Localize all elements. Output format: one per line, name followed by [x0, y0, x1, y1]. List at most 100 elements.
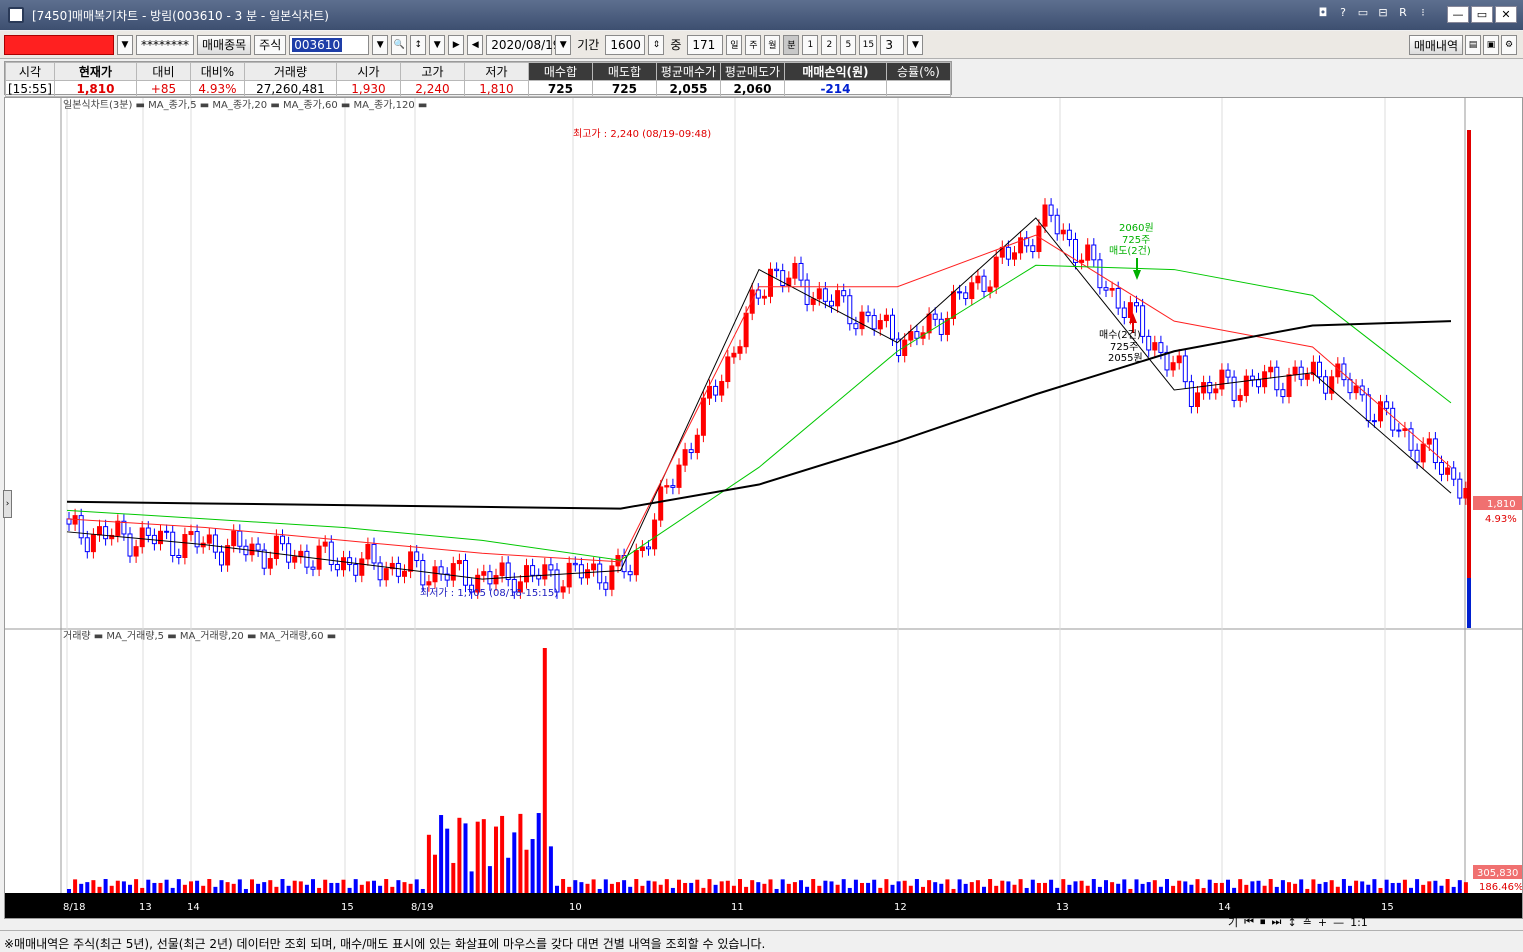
candle-body	[1140, 305, 1146, 337]
nav-fit-icon[interactable]: ≙	[1303, 916, 1312, 929]
refresh-icon[interactable]: R	[1397, 6, 1409, 23]
folder-icon[interactable]: ▤	[1465, 35, 1481, 55]
period-input[interactable]: 1600	[605, 34, 646, 55]
candle-body	[548, 564, 554, 571]
next-icon[interactable]: ▶	[448, 34, 465, 55]
volume-bar	[988, 879, 993, 893]
nav-first-icon[interactable]: ⏮	[1244, 915, 1254, 929]
volume-bar	[1128, 888, 1133, 893]
volume-bar	[792, 882, 797, 893]
candle-body	[280, 535, 285, 545]
volume-bar	[1183, 881, 1188, 893]
candle-body	[273, 535, 279, 560]
count-input[interactable]: 171	[687, 34, 724, 55]
volume-bar	[292, 880, 297, 893]
help-icon[interactable]: ?	[1337, 6, 1349, 23]
sell-arrow-icon	[1133, 270, 1141, 280]
volume-bar	[372, 880, 376, 893]
volume-bar	[536, 813, 541, 893]
date-dropdown-icon[interactable]: ▼	[555, 34, 572, 55]
interval-minute[interactable]: 분	[783, 34, 800, 55]
volume-bar	[652, 881, 657, 893]
interval-day[interactable]: 일	[726, 34, 743, 55]
candle-layer	[66, 198, 1469, 599]
candle-body	[176, 554, 182, 558]
candle-body	[841, 290, 847, 297]
candle-body	[908, 331, 914, 341]
date-input[interactable]: 2020/08/19	[486, 34, 560, 55]
interval-5[interactable]: 5	[840, 34, 857, 55]
zoom-reset[interactable]: 1:1	[1350, 916, 1368, 929]
candle-body	[578, 564, 584, 579]
nav-vertical-icon[interactable]: ↕	[1287, 916, 1296, 929]
volume-bar	[707, 879, 712, 893]
minute-dropdown-icon[interactable]: ▼	[907, 34, 924, 55]
volume-bar	[262, 882, 267, 893]
account-select[interactable]	[4, 34, 114, 55]
candle-body	[1439, 462, 1444, 475]
volume-bar	[945, 879, 950, 893]
candle-body	[456, 560, 462, 565]
chart-area[interactable]: 일본식차트(3분) ▬ MA_종가,5 ▬ MA_종가,20 ▬ MA_종가,6…	[4, 97, 1523, 919]
minute-input[interactable]: 3	[880, 34, 905, 55]
password-field[interactable]: ********	[136, 34, 194, 55]
volume-bar	[109, 885, 114, 893]
layout-icon[interactable]: ▭	[1357, 6, 1369, 23]
trade-history-button[interactable]: 매매내역	[1408, 35, 1463, 55]
split-icon[interactable]: ⊟	[1377, 6, 1389, 23]
candle-body	[328, 541, 334, 565]
account-dropdown-icon[interactable]: ▼	[117, 34, 133, 55]
volume-bar	[237, 879, 242, 893]
code-dropdown-icon[interactable]: ▼	[372, 34, 389, 55]
market-select[interactable]: 주식	[254, 34, 287, 55]
nav-item-0[interactable]: 기	[1228, 914, 1238, 930]
interval-month[interactable]: 월	[764, 34, 781, 55]
candle-body	[1432, 438, 1438, 464]
volume-bar	[128, 884, 132, 893]
minimize-button[interactable]: —	[1447, 6, 1469, 23]
search-icon[interactable]: 🔍	[391, 34, 408, 55]
volume-bar	[695, 879, 700, 893]
volume-bar	[152, 882, 157, 893]
volume-bar	[1457, 880, 1462, 893]
candle-body	[292, 556, 298, 563]
sell-marker-line2: 725주	[1122, 235, 1150, 246]
interval-week[interactable]: 주	[745, 34, 762, 55]
trade-items-button[interactable]: 매매종목	[197, 34, 252, 55]
stock-code-input[interactable]: 003610	[289, 34, 370, 55]
side-panel-toggle-icon[interactable]: ›	[3, 490, 12, 518]
volume-bar	[1360, 881, 1365, 893]
close-button[interactable]: ✕	[1495, 6, 1517, 23]
sort-icon[interactable]: ↕	[410, 34, 427, 55]
sell-marker-line1: 2060원	[1119, 222, 1154, 234]
chart-svg[interactable]: 일본식차트(3분) ▬ MA_종가,5 ▬ MA_종가,20 ▬ MA_종가,6…	[5, 98, 1523, 918]
nav-stop-icon[interactable]: ⏹	[1260, 915, 1266, 929]
candle-body	[743, 312, 749, 348]
interval-1[interactable]: 1	[802, 34, 819, 55]
zoom-out-icon[interactable]: —	[1333, 916, 1344, 929]
zoom-in-icon[interactable]: +	[1318, 916, 1327, 929]
candle-body	[737, 346, 743, 354]
prev-icon[interactable]: ◀	[467, 34, 484, 55]
volume-bar	[616, 882, 620, 893]
nav-last-icon[interactable]: ⏭	[1272, 915, 1282, 929]
candle-body	[408, 551, 414, 572]
sort-dropdown-icon[interactable]: ▼	[429, 34, 446, 55]
x-label: 14	[187, 902, 200, 913]
settings-icon[interactable]: ⚙	[1501, 35, 1517, 55]
candle-body	[359, 558, 365, 576]
candle-body	[1115, 288, 1121, 309]
period-stepper-icon[interactable]: ⇕	[648, 34, 665, 55]
more-icon[interactable]: ⁝	[1417, 6, 1429, 23]
candle-body	[310, 566, 316, 570]
volume-bar	[420, 888, 425, 893]
candle-body	[676, 464, 682, 488]
maximize-button[interactable]: ▭	[1471, 6, 1493, 23]
volume-bar	[274, 886, 279, 893]
save-icon[interactable]: ▣	[1483, 35, 1499, 55]
interval-2[interactable]: 2	[821, 34, 838, 55]
pin-icon[interactable]: ◘	[1317, 6, 1329, 23]
title-bar: [7450]매매복기차트 - 방림(003610 - 3 분 - 일본식차트) …	[0, 0, 1523, 30]
interval-15[interactable]: 15	[859, 34, 878, 55]
candle-body	[426, 581, 432, 586]
